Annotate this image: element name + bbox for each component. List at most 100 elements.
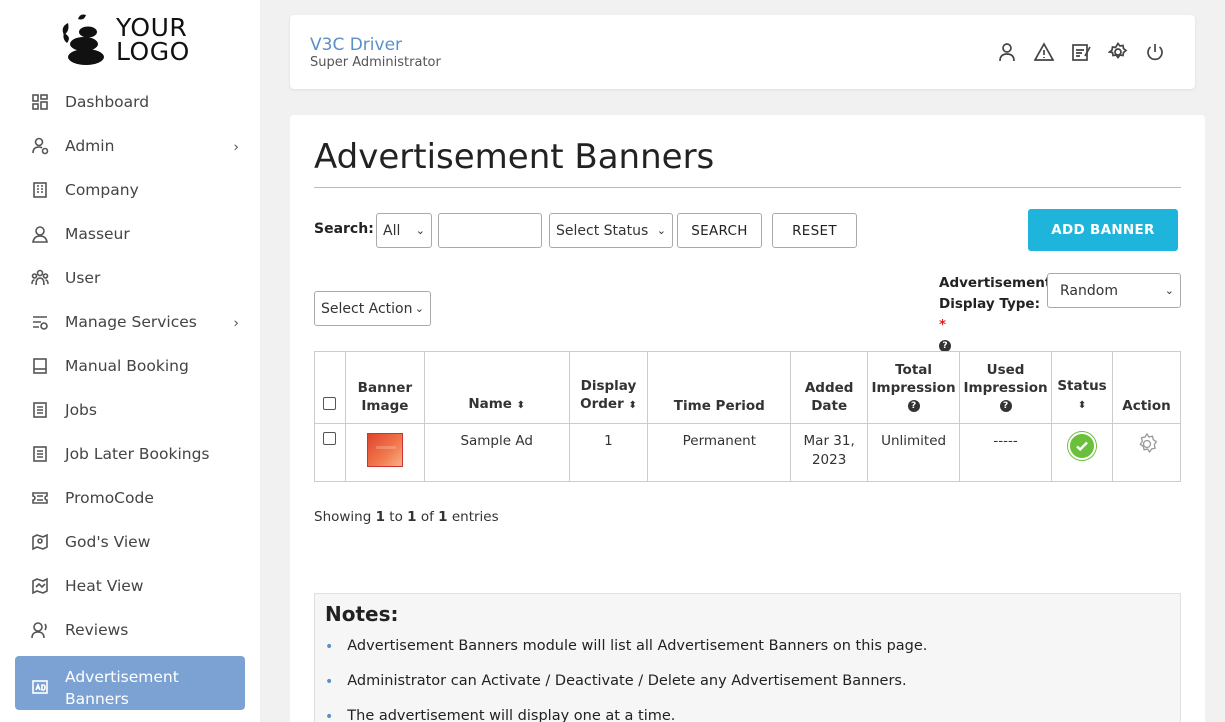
sidebar-item-label: Jobs xyxy=(65,401,97,419)
bulk-action-value: Select Action xyxy=(321,300,413,317)
col-label: Total xyxy=(895,362,933,378)
search-label: Search: xyxy=(314,221,374,237)
pagination-text: of xyxy=(416,509,439,525)
title-divider xyxy=(314,187,1181,188)
col-display-order[interactable]: Display Order ⬍ xyxy=(568,351,649,424)
col-label: Date xyxy=(811,398,848,414)
banner-image-cell xyxy=(344,423,425,482)
masseur-icon xyxy=(31,225,49,243)
col-status[interactable]: Status ⬍ xyxy=(1051,351,1113,424)
logo[interactable]: YOUR LOGO xyxy=(58,12,208,68)
col-total-impression: Total Impression? xyxy=(867,351,961,424)
pagination-text: entries xyxy=(447,509,499,525)
sidebar-item-label: Admin xyxy=(65,137,115,155)
pagination-total: 1 xyxy=(438,509,448,525)
map-pin-icon xyxy=(31,533,49,551)
sidebar-item-admin[interactable]: Admin › xyxy=(15,124,245,168)
main-content: Advertisement Banners Search: All ⌄ Sele… xyxy=(290,115,1205,722)
notes-icon[interactable] xyxy=(1071,41,1091,63)
settings-icon[interactable] xyxy=(1108,41,1128,63)
sidebar-item-label: Reviews xyxy=(65,621,129,639)
jobs-icon xyxy=(31,401,49,419)
row-checkbox[interactable] xyxy=(323,432,337,445)
notes-panel: Notes: Advertisement Banners module will… xyxy=(314,593,1181,722)
sort-icon[interactable]: ⬍ xyxy=(517,400,525,411)
dashboard-icon xyxy=(31,93,49,111)
status-select[interactable]: Select Status ⌄ xyxy=(549,213,673,248)
sidebar-item-gods-view[interactable]: God's View xyxy=(15,520,245,564)
col-label: Impression xyxy=(871,380,956,396)
added-date-cell: Mar 31, 2023 xyxy=(790,423,869,482)
col-added-date: Added Date xyxy=(790,351,869,424)
col-label: Banner xyxy=(357,380,413,396)
sort-icon[interactable]: ⬍ xyxy=(628,400,636,411)
sidebar-item-label: User xyxy=(65,269,101,287)
sidebar-item-advertisement-banners[interactable]: Advertisement Banners xyxy=(15,656,245,710)
chevron-right-icon: › xyxy=(233,139,239,156)
search-scope-select[interactable]: All ⌄ xyxy=(376,213,432,248)
profile-icon[interactable] xyxy=(997,41,1017,63)
top-header: V3C Driver Super Administrator xyxy=(290,15,1195,89)
sidebar-item-label: Dashboard xyxy=(65,93,150,111)
search-button[interactable]: SEARCH xyxy=(677,213,762,248)
col-label: Status xyxy=(1057,378,1107,394)
list-item: Advertisement Banners module will list a… xyxy=(325,638,927,673)
help-icon[interactable]: ? xyxy=(999,400,1012,412)
sidebar-item-jobs[interactable]: Jobs xyxy=(15,388,245,432)
alert-icon[interactable] xyxy=(1034,41,1054,63)
users-icon xyxy=(31,269,49,287)
total-impression-cell: Unlimited xyxy=(867,423,961,482)
banners-table: Banner Image Name ⬍ Display Order ⬍ Time P… xyxy=(314,351,1181,482)
page-title: Advertisement Banners xyxy=(314,137,715,177)
search-input[interactable] xyxy=(438,213,542,248)
col-label: Impression xyxy=(963,380,1048,396)
sidebar-item-dashboard[interactable]: Dashboard xyxy=(15,80,245,124)
status-cell xyxy=(1051,423,1113,482)
display-type-select[interactable]: Random ⌄ xyxy=(1047,273,1181,308)
status-select-value: Select Status xyxy=(556,222,649,239)
active-check-icon[interactable] xyxy=(1068,432,1097,460)
sidebar-item-heat-view[interactable]: Heat View xyxy=(15,564,245,608)
logo-stones-icon xyxy=(62,14,104,65)
sidebar-item-label: God's View xyxy=(65,533,151,551)
bulk-action-select[interactable]: Select Action ⌄ xyxy=(314,291,431,326)
chevron-down-icon: ⌄ xyxy=(414,302,424,315)
table-header-row: Banner Image Name ⬍ Display Order ⬍ Time P… xyxy=(314,351,1181,424)
display-type-label: Advertisement Display Type: * ? xyxy=(939,273,1051,357)
banner-thumbnail[interactable] xyxy=(366,433,403,467)
select-all-checkbox[interactable] xyxy=(323,397,337,410)
reset-button[interactable]: RESET xyxy=(772,213,857,248)
table-row: Sample Ad 1 Permanent Mar 31, 2023 Unlimi… xyxy=(314,423,1181,482)
pagination-info: Showing 1 to 1 of 1 entries xyxy=(314,509,499,525)
row-select-cell xyxy=(314,423,346,482)
gear-icon[interactable] xyxy=(1135,432,1159,460)
sidebar-item-reviews[interactable]: Reviews xyxy=(15,608,245,652)
col-time-period: Time Period xyxy=(647,351,792,424)
col-label: Display xyxy=(580,378,637,394)
sort-icon[interactable]: ⬍ xyxy=(1078,400,1086,411)
display-order-cell: 1 xyxy=(568,423,649,482)
action-cell xyxy=(1112,423,1181,482)
chevron-right-icon: › xyxy=(233,315,239,332)
services-icon xyxy=(31,313,49,331)
help-icon[interactable]: ? xyxy=(907,400,920,412)
sidebar-item-label: Masseur xyxy=(65,225,130,243)
chevron-down-icon: ⌄ xyxy=(415,224,425,237)
sidebar-item-user[interactable]: User xyxy=(15,256,245,300)
promo-icon xyxy=(31,489,49,507)
select-all-cell xyxy=(314,351,346,424)
sidebar-item-masseur[interactable]: Masseur xyxy=(15,212,245,256)
pagination-from: 1 xyxy=(375,509,385,525)
power-icon[interactable] xyxy=(1145,41,1165,63)
add-banner-button[interactable]: ADD BANNER xyxy=(1028,209,1178,251)
sidebar-item-job-later-bookings[interactable]: Job Later Bookings xyxy=(15,432,245,476)
sidebar-item-label: Company xyxy=(65,181,139,199)
time-period-cell: Permanent xyxy=(647,423,792,482)
sidebar-item-promocode[interactable]: PromoCode xyxy=(15,476,245,520)
col-name[interactable]: Name ⬍ xyxy=(423,351,570,424)
sidebar-item-label: Manage Services xyxy=(65,313,197,331)
sidebar-item-manual-booking[interactable]: Manual Booking xyxy=(15,344,245,388)
chevron-down-icon: ⌄ xyxy=(656,224,666,237)
sidebar-item-company[interactable]: Company xyxy=(15,168,245,212)
sidebar-item-manage-services[interactable]: Manage Services › xyxy=(15,300,245,344)
